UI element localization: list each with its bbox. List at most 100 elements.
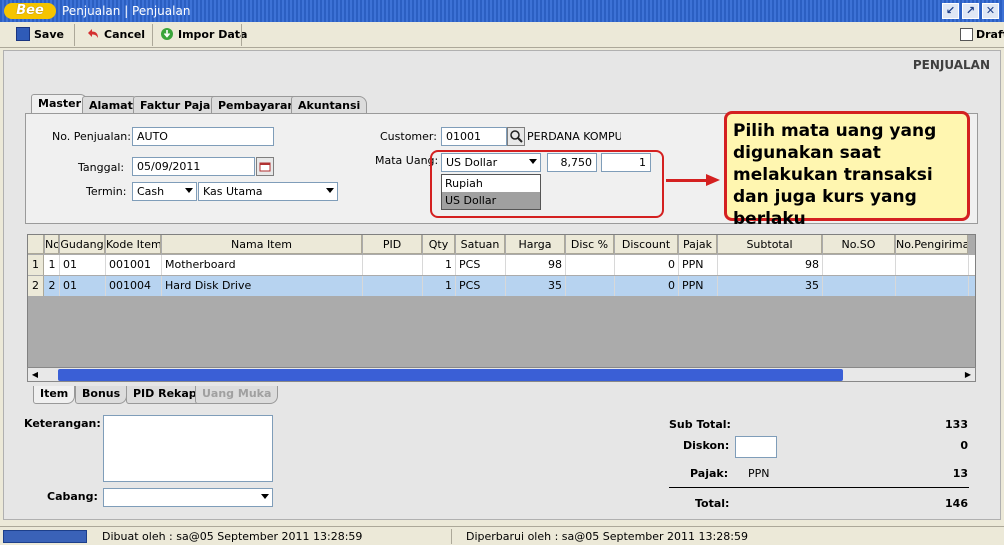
- save-button[interactable]: Save: [16, 26, 64, 44]
- no-penjualan-label: No. Penjualan:: [52, 130, 131, 143]
- diskon-input[interactable]: [735, 436, 777, 458]
- cell-no-pengiriman[interactable]: [896, 276, 969, 296]
- updated-by-text: Diperbarui oleh : sa@05 September 2011 1…: [466, 530, 748, 543]
- tab-item[interactable]: Item: [33, 386, 76, 404]
- scroll-left-icon[interactable]: ◀: [29, 369, 41, 381]
- import-icon: [160, 27, 174, 41]
- pajak-label: Pajak:: [690, 467, 729, 480]
- cell-qty[interactable]: 1: [423, 255, 456, 275]
- column-header-no[interactable]: No: [45, 235, 59, 254]
- cancel-button[interactable]: Cancel: [86, 26, 145, 44]
- import-data-button[interactable]: Impor Data: [160, 26, 247, 44]
- chevron-down-icon: [261, 494, 269, 499]
- cell-no[interactable]: 1: [45, 255, 60, 275]
- cell-no-pengiriman[interactable]: [896, 255, 969, 275]
- cell-no-so[interactable]: [823, 276, 896, 296]
- tab-master[interactable]: Master: [31, 94, 89, 115]
- cell-harga[interactable]: 98: [506, 255, 566, 275]
- undo-arrow-icon: [86, 27, 100, 41]
- cell-satuan[interactable]: PCS: [456, 276, 506, 296]
- row-number[interactable]: 1: [28, 255, 44, 275]
- annotation-arrow: [666, 179, 710, 182]
- cabang-label: Cabang:: [47, 490, 98, 503]
- toolbar-separator: [152, 24, 153, 46]
- cell-nama-item[interactable]: Motherboard: [162, 255, 363, 275]
- column-header-gudang[interactable]: Gudang: [60, 235, 105, 254]
- grid-corner: [28, 235, 44, 254]
- created-by-text: Dibuat oleh : sa@05 September 2011 13:28…: [102, 530, 363, 543]
- items-grid: No Gudang Kode Item Nama Item PID Qty Satuan Ha…: [27, 234, 976, 382]
- termin-select[interactable]: Cash: [132, 182, 197, 201]
- cell-satuan[interactable]: PCS: [456, 255, 506, 275]
- cell-gudang[interactable]: 01: [60, 276, 106, 296]
- table-row[interactable]: 1 1 01 001001 Motherboard 1 PCS 98 0 PPN 98: [28, 255, 975, 275]
- column-header-nama-item[interactable]: Nama Item: [162, 235, 362, 254]
- no-penjualan-input[interactable]: AUTO: [132, 127, 274, 146]
- cell-pid[interactable]: [363, 276, 423, 296]
- total-divider: [669, 487, 969, 488]
- cell-discount[interactable]: 0: [615, 255, 679, 275]
- column-header-kode-item[interactable]: Kode Item: [106, 235, 161, 254]
- column-header-harga[interactable]: Harga: [506, 235, 565, 254]
- cell-kode-item[interactable]: 001001: [106, 255, 162, 275]
- cell-subtotal[interactable]: 35: [718, 276, 823, 296]
- cell-subtotal[interactable]: 98: [718, 255, 823, 275]
- close-icon[interactable]: ✕: [982, 3, 999, 19]
- draft-checkbox[interactable]: [960, 28, 973, 41]
- column-header-satuan[interactable]: Satuan: [456, 235, 505, 254]
- cell-gudang[interactable]: 01: [60, 255, 106, 275]
- cabang-select[interactable]: [103, 488, 273, 507]
- column-header-subtotal[interactable]: Subtotal: [718, 235, 822, 254]
- tanggal-input[interactable]: 05/09/2011: [132, 157, 255, 176]
- cell-discount[interactable]: 0: [615, 276, 679, 296]
- table-row[interactable]: 2 2 01 001004 Hard Disk Drive 1 PCS 35 0 PPN 35: [28, 276, 975, 296]
- cell-pid[interactable]: [363, 255, 423, 275]
- column-header-pid[interactable]: PID: [363, 235, 422, 254]
- chevron-down-icon: [185, 188, 193, 193]
- draft-label: Draft: [976, 28, 1004, 41]
- scroll-right-icon[interactable]: ▶: [962, 369, 974, 381]
- cell-disc-pct[interactable]: [566, 276, 615, 296]
- floppy-disk-icon: [16, 27, 30, 41]
- cell-disc-pct[interactable]: [566, 255, 615, 275]
- column-header-disc-pct[interactable]: Disc %: [566, 235, 614, 254]
- keterangan-textarea[interactable]: [103, 415, 273, 482]
- cell-pajak[interactable]: PPN: [679, 276, 718, 296]
- diskon-label: Diskon:: [683, 439, 730, 452]
- cell-nama-item[interactable]: Hard Disk Drive: [162, 276, 363, 296]
- tab-bonus[interactable]: Bonus: [75, 386, 128, 404]
- kas-select[interactable]: Kas Utama: [198, 182, 338, 201]
- window-title: Penjualan | Penjualan: [62, 4, 191, 18]
- status-bar: Dibuat oleh : sa@05 September 2011 13:28…: [0, 526, 1004, 545]
- row-number[interactable]: 2: [28, 276, 44, 296]
- cell-qty[interactable]: 1: [423, 276, 456, 296]
- cell-harga[interactable]: 35: [506, 276, 566, 296]
- cell-no-so[interactable]: [823, 255, 896, 275]
- customer-code-input[interactable]: 01001: [441, 127, 507, 146]
- column-header-pajak[interactable]: Pajak: [679, 235, 717, 254]
- column-header-no-so[interactable]: No.SO: [823, 235, 895, 254]
- calendar-icon[interactable]: [256, 157, 274, 176]
- maximize-icon[interactable]: ↗: [962, 3, 979, 19]
- horizontal-scrollbar[interactable]: ◀ ▶: [27, 367, 976, 382]
- annotation-arrow-head: [706, 174, 720, 186]
- toolbar: Save Cancel Impor Data: [0, 22, 1004, 48]
- termin-label: Termin:: [86, 185, 127, 198]
- column-header-discount[interactable]: Discount: [615, 235, 678, 254]
- subtotal-label: Sub Total:: [669, 418, 731, 431]
- restore-icon[interactable]: ↙: [942, 3, 959, 19]
- tab-uang-muka: Uang Muka: [195, 386, 279, 404]
- cell-kode-item[interactable]: 001004: [106, 276, 162, 296]
- total-label: Total:: [695, 497, 730, 510]
- diskon-value: 0: [960, 439, 968, 452]
- title-bar: Bee Penjualan | Penjualan ↙ ↗ ✕: [0, 0, 1004, 22]
- cell-pajak[interactable]: PPN: [679, 255, 718, 275]
- annotation-callout: Pilih mata uang yang digunakan saat mela…: [724, 111, 970, 229]
- column-header-no-pengiriman[interactable]: No.Pengiriman: [896, 235, 968, 254]
- scroll-thumb[interactable]: [58, 369, 843, 381]
- cell-no[interactable]: 2: [45, 276, 60, 296]
- column-header-qty[interactable]: Qty: [423, 235, 455, 254]
- tab-pid-rekap[interactable]: PID Rekap: [126, 386, 204, 404]
- keterangan-label: Keterangan:: [24, 417, 101, 430]
- search-icon[interactable]: [507, 127, 525, 146]
